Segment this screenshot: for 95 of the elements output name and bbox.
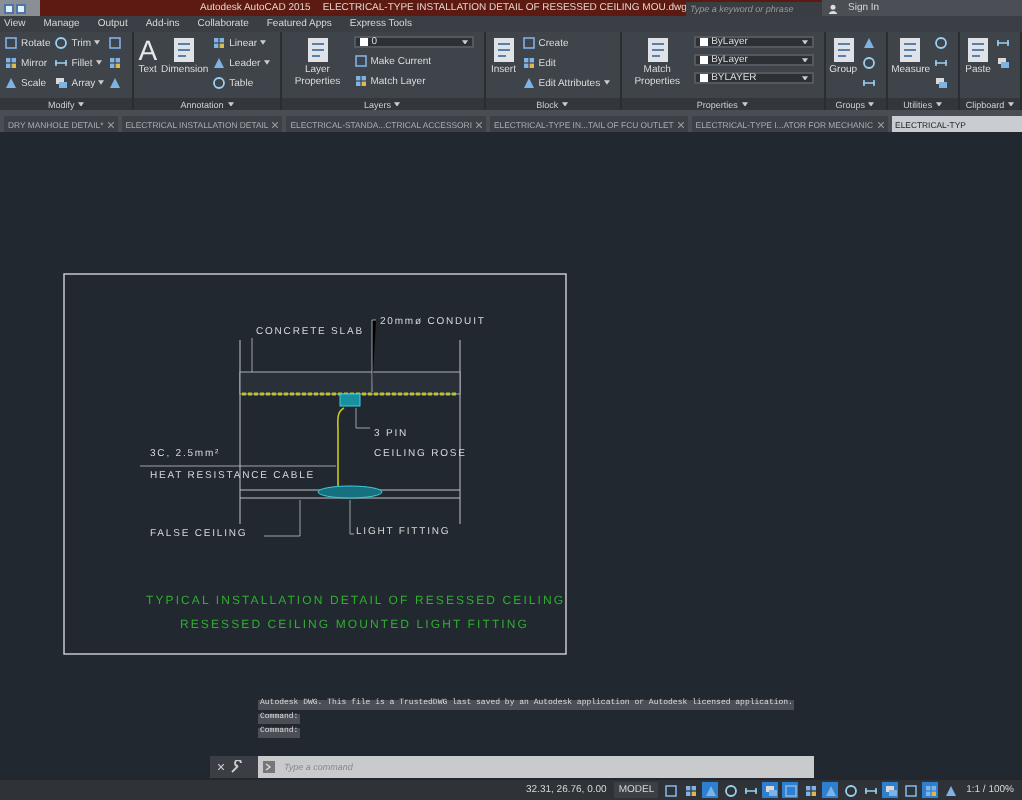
triangle-icon [823,783,838,797]
leader-line [251,337,253,373]
sheet-icon [964,36,993,64]
sheet-icon [489,36,518,64]
frame-icon [903,783,918,797]
ribbon-icon-button[interactable] [934,36,949,50]
close-icon[interactable] [272,121,279,127]
wrench-icon[interactable] [230,760,244,774]
status-toggle[interactable] [682,782,699,798]
status-toggle[interactable] [842,782,859,798]
ribbon-icon-button[interactable] [934,56,949,70]
ribbon-icon-button[interactable] [861,36,876,50]
status-toggle[interactable] [942,782,959,798]
ribbon-icon-button[interactable] [108,76,123,90]
circle-icon [212,76,227,90]
leader-line [349,499,355,535]
leader-line [371,319,377,393]
frame-icon [663,783,678,797]
grid-icon [353,74,368,88]
stack-icon [883,783,898,797]
ruler-icon [934,56,949,70]
triangle-icon [108,76,123,90]
triangle-icon [943,783,958,797]
ruler-icon [54,56,69,70]
triangle-icon [861,36,876,50]
status-toggle[interactable] [802,782,819,798]
grid-icon [803,783,818,797]
status-toggle[interactable] [742,782,759,798]
ribbon-icon-button[interactable] [861,76,876,90]
status-toggle[interactable] [862,782,879,798]
status-toggle[interactable] [822,782,839,798]
frame-icon [783,783,798,797]
circle-icon [54,36,69,50]
sheet-icon [829,36,858,64]
status-toggle[interactable] [882,782,899,798]
ribbon-icon-button[interactable] [996,36,1011,50]
circle-icon [723,783,738,797]
ruler-icon [743,783,758,797]
ruler-icon [861,76,876,90]
frame-icon [521,36,536,50]
sheet-icon [303,36,332,64]
stack-icon [996,56,1011,70]
grid-icon [923,783,938,797]
triangle-icon [4,76,18,90]
frame-icon [108,36,123,50]
cable-line [336,407,345,487]
grid-icon [108,56,123,70]
prompt-icon[interactable] [262,760,276,774]
circle-icon [934,36,949,50]
ribbon-icon-button[interactable] [996,56,1011,70]
status-toggle[interactable] [662,782,679,798]
status-toggle[interactable] [902,782,919,798]
circle-icon [843,783,858,797]
ribbon-icon-button[interactable] [861,56,876,70]
frame-icon [353,54,368,68]
grid-icon [683,783,698,797]
grid-icon [4,56,18,70]
stack-icon [54,76,69,90]
triangle-icon [521,76,536,90]
sheet-icon [643,36,672,64]
ribbon-icon-button[interactable] [108,56,123,70]
triangle-icon [703,783,718,797]
status-toggle[interactable] [762,782,779,798]
caret-icon [801,39,808,45]
caret-icon [801,57,808,63]
circle-icon [861,56,876,70]
close-icon[interactable] [677,121,684,127]
leader-line [355,407,371,429]
stack-icon [934,76,949,90]
sheet-icon [170,36,199,64]
sheet-icon [896,36,925,64]
ribbon-icon-button[interactable] [934,76,949,90]
close-icon[interactable] [107,121,114,127]
ribbon-icon-button[interactable] [108,36,123,50]
text-glyph-icon: A [138,36,158,64]
close-icon[interactable] [475,121,482,127]
stack-icon [763,783,778,797]
light-fitting [317,485,383,499]
triangle-icon [212,56,227,70]
ruler-icon [863,783,878,797]
close-icon[interactable] [877,121,884,127]
grid-icon [212,36,227,50]
ceiling-rose [339,393,361,407]
status-toggle[interactable] [782,782,799,798]
ruler-icon [996,36,1011,50]
status-toggle[interactable] [702,782,719,798]
status-toggle[interactable] [722,782,739,798]
frame-icon [4,36,18,50]
caret-icon [801,75,808,81]
grid-icon [521,56,536,70]
close-icon[interactable] [218,764,224,770]
caret-icon [461,39,468,45]
leader-line [263,499,301,537]
status-toggle[interactable] [922,782,939,798]
user-icon[interactable] [828,3,838,13]
